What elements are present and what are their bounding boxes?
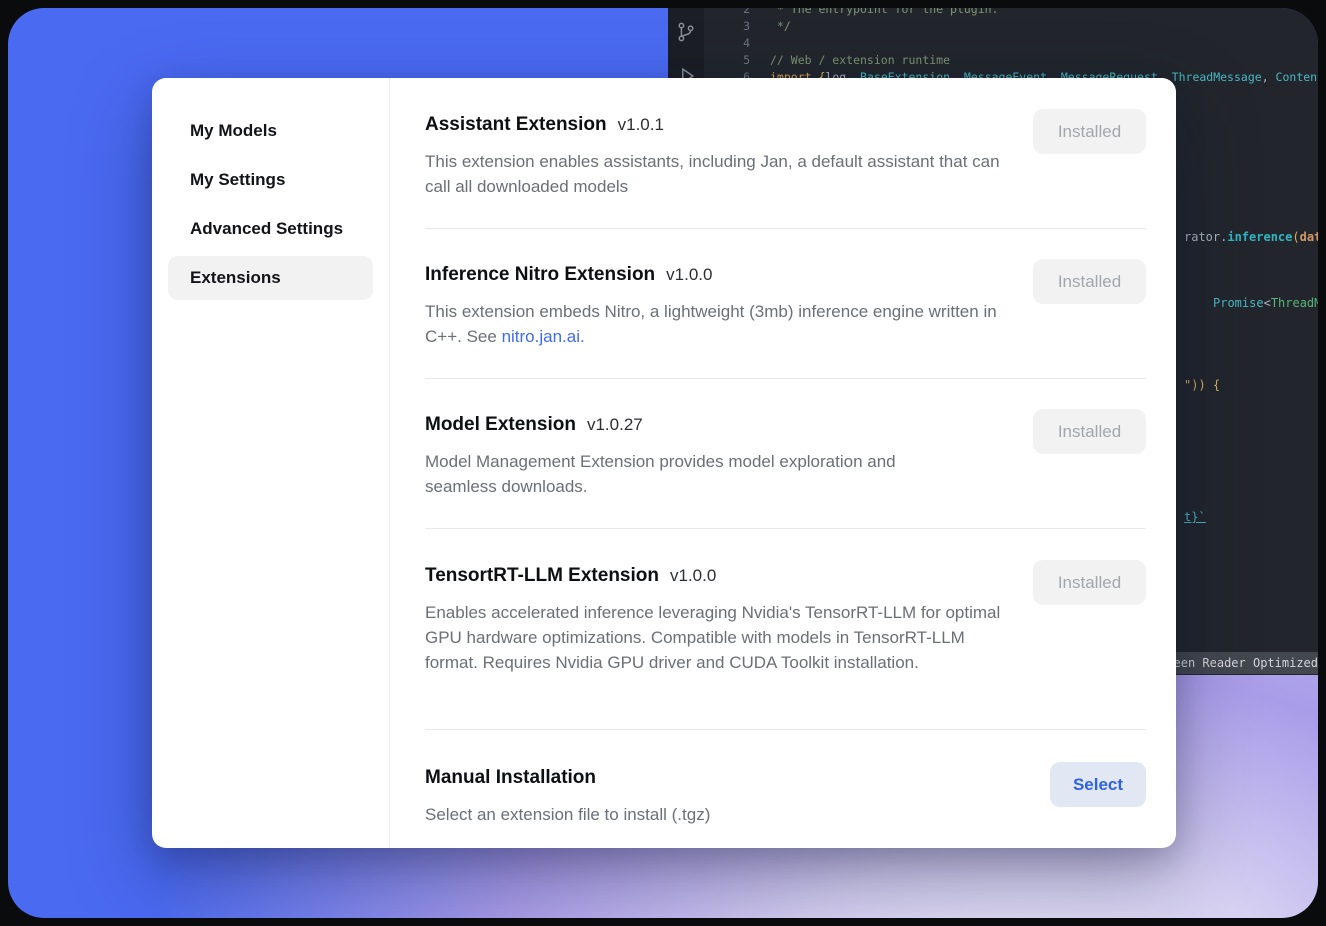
sidebar-item-my-settings[interactable]: My Settings: [168, 158, 373, 202]
row-divider: [425, 729, 1146, 730]
desktop-background: 2 * The entrypoint for the plugin. 3 */ …: [8, 8, 1318, 918]
line-number: 5: [704, 52, 770, 69]
row-divider: [425, 228, 1146, 229]
installed-button[interactable]: Installed: [1033, 109, 1146, 154]
line-number: 3: [704, 18, 770, 35]
code-fragment: Promise<ThreadMessage>: [1213, 296, 1318, 310]
code-fragment: ")) {: [1184, 378, 1220, 392]
extension-row: TensortRT-LLM Extension v1.0.0 Enables a…: [425, 563, 1146, 675]
row-divider: [425, 378, 1146, 379]
sidebar-item-my-models[interactable]: My Models: [168, 109, 373, 153]
extension-row: Model Extension v1.0.27 Model Management…: [425, 412, 1146, 499]
extension-title: Manual Installation: [425, 765, 1146, 791]
code-line: 2 * The entrypoint for the plugin.: [704, 8, 1318, 18]
installed-button[interactable]: Installed: [1033, 560, 1146, 605]
line-number: 4: [704, 35, 770, 52]
code-line: 3 */: [704, 18, 1318, 35]
code-fragment: t}`: [1184, 510, 1206, 524]
sidebar-item-extensions[interactable]: Extensions: [168, 256, 373, 300]
code-line: 4: [704, 35, 1318, 52]
extension-version: v1.0.0: [666, 262, 712, 288]
installed-button[interactable]: Installed: [1033, 259, 1146, 304]
source-control-icon[interactable]: [675, 20, 697, 44]
extension-version: v1.0.1: [618, 112, 664, 138]
extension-version: v1.0.0: [670, 563, 716, 589]
installed-button[interactable]: Installed: [1033, 409, 1146, 454]
settings-sidebar: My Models My Settings Advanced Settings …: [152, 78, 390, 848]
sidebar-item-advanced-settings[interactable]: Advanced Settings: [168, 207, 373, 251]
extension-row: Assistant Extension v1.0.1 This extensio…: [425, 112, 1146, 199]
code-line: 5 // Web / extension runtime: [704, 52, 1318, 69]
settings-modal: My Models My Settings Advanced Settings …: [152, 78, 1176, 848]
row-divider: [425, 528, 1146, 529]
extension-description: Model Management Extension provides mode…: [425, 449, 945, 499]
manual-installation-row: Manual Installation Select an extension …: [425, 765, 1146, 827]
extension-row: Inference Nitro Extension v1.0.0 This ex…: [425, 262, 1146, 349]
extension-description: Select an extension file to install (.tg…: [425, 802, 1010, 827]
extension-description: This extension embeds Nitro, a lightweig…: [425, 299, 1010, 349]
extension-version: v1.0.27: [587, 412, 643, 438]
code-fragment: rator.inference(data));: [1184, 230, 1318, 244]
line-number: 2: [704, 8, 770, 18]
extension-description: This extension enables assistants, inclu…: [425, 149, 1010, 199]
nitro-jan-ai-link[interactable]: nitro.jan.ai.: [502, 327, 585, 346]
code-lines: 2 * The entrypoint for the plugin. 3 */ …: [704, 8, 1318, 86]
extensions-panel: Assistant Extension v1.0.1 This extensio…: [391, 78, 1176, 848]
extension-description: Enables accelerated inference leveraging…: [425, 600, 1010, 675]
select-file-button[interactable]: Select: [1050, 762, 1146, 807]
